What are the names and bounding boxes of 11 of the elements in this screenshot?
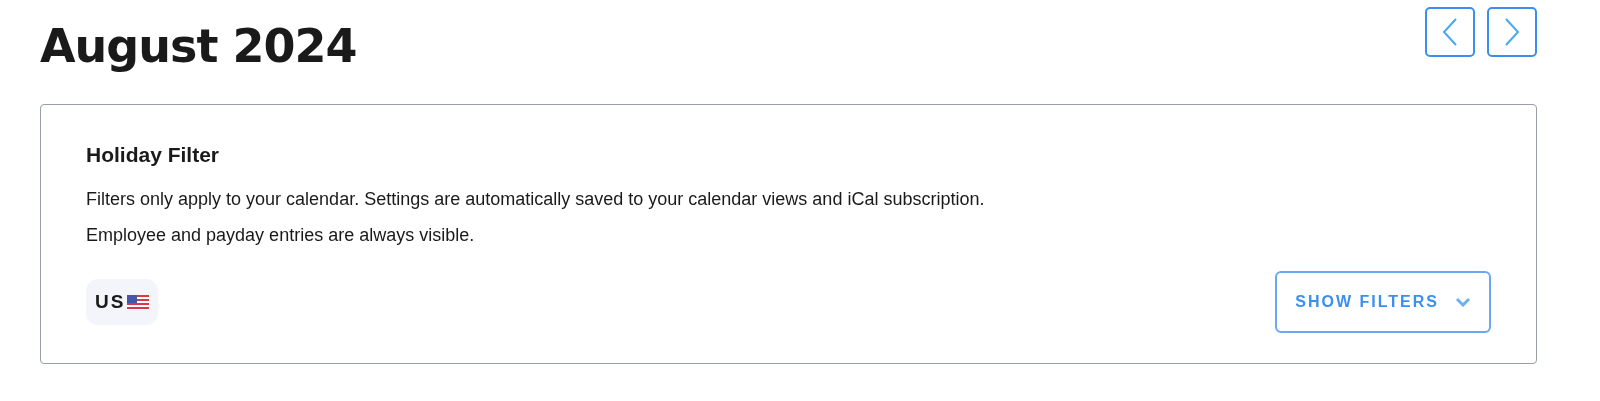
month-title: August 2024 xyxy=(40,19,357,73)
card-heading: Holiday Filter xyxy=(86,143,221,167)
chevron-left-icon xyxy=(1442,17,1458,47)
next-month-button[interactable] xyxy=(1487,7,1537,57)
flag-icon xyxy=(127,294,150,310)
description-text: Employee and payday entries are always visible. xyxy=(86,224,476,247)
caret-icon xyxy=(1455,297,1471,307)
previous-month-button[interactable] xyxy=(1425,7,1475,57)
description-text: Filters only apply to your calendar. Settings are automatically saved to your calendar views and iCal subscription. xyxy=(86,188,986,211)
chevron-right-icon xyxy=(1504,17,1520,47)
country-chip[interactable]: US xyxy=(86,279,159,325)
